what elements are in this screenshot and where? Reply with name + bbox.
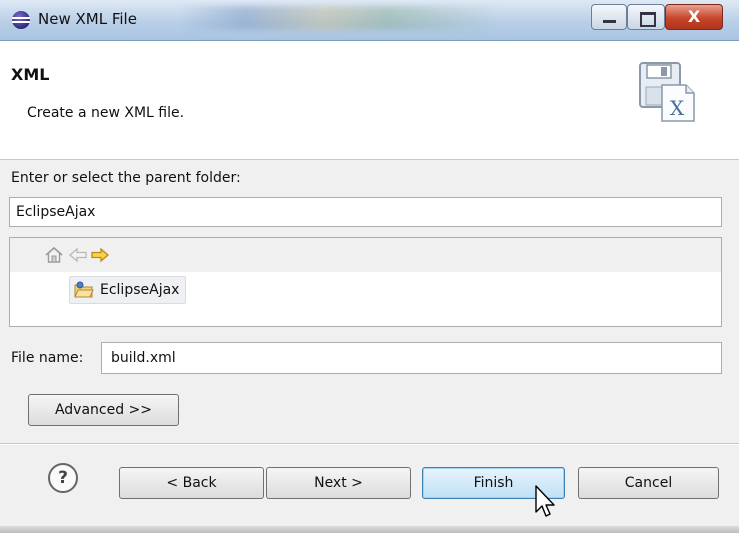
wizard-body: Enter or select the parent folder: Eclip… — [0, 160, 739, 533]
tree-item-eclipseajax[interactable]: EclipseAjax — [69, 276, 187, 304]
title-bar-blur — [180, 6, 500, 30]
folder-tree[interactable]: EclipseAjax — [9, 237, 722, 327]
cancel-button[interactable]: Cancel — [578, 467, 719, 499]
wizard-header: XML Create a new XML file. X — [0, 41, 739, 160]
svg-text:X: X — [670, 96, 685, 120]
back-arrow-icon[interactable] — [68, 245, 88, 265]
next-button[interactable]: Next > — [266, 467, 411, 499]
new-xml-file-icon: X — [639, 62, 695, 122]
maximize-icon — [640, 12, 656, 27]
help-icon[interactable]: ? — [48, 463, 78, 493]
advanced-button[interactable]: Advanced >> — [28, 394, 179, 426]
minimize-icon — [603, 20, 616, 23]
back-button[interactable]: < Back — [119, 467, 264, 499]
file-name-label: File name: — [11, 350, 84, 366]
window-title: New XML File — [38, 10, 137, 28]
parent-folder-input[interactable]: EclipseAjax — [9, 197, 722, 227]
window-bottom-edge — [0, 526, 739, 533]
separator-highlight — [0, 444, 739, 445]
page-title: XML — [11, 65, 50, 84]
file-name-value: build.xml — [111, 350, 176, 366]
parent-folder-value: EclipseAjax — [16, 204, 96, 220]
page-description: Create a new XML file. — [27, 105, 185, 121]
forward-arrow-icon[interactable] — [90, 245, 110, 265]
eclipse-icon — [12, 11, 30, 29]
home-icon[interactable] — [44, 245, 64, 265]
file-name-input[interactable]: build.xml — [101, 342, 722, 374]
tree-toolbar — [10, 238, 721, 272]
project-folder-icon — [74, 281, 94, 298]
close-button[interactable]: X — [665, 4, 723, 30]
maximize-button[interactable] — [627, 4, 665, 30]
mouse-cursor-icon — [535, 485, 555, 517]
parent-folder-label: Enter or select the parent folder: — [11, 170, 241, 186]
title-bar: New XML File X — [0, 0, 739, 41]
minimize-button[interactable] — [591, 4, 627, 30]
tree-item-label: EclipseAjax — [100, 282, 180, 298]
